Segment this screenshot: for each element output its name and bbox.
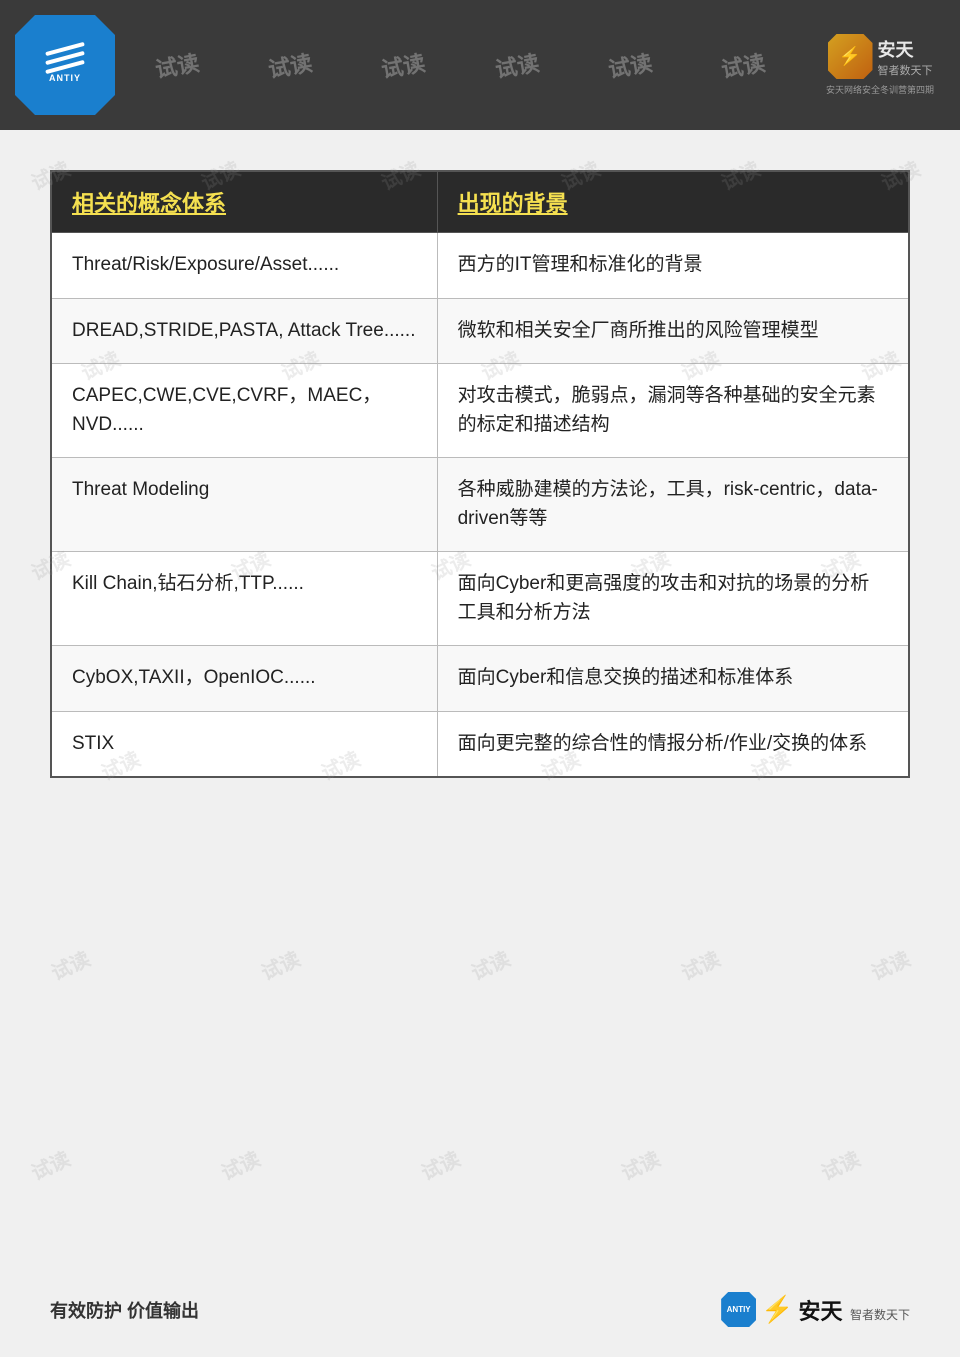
- cell-right-1: 微软和相关安全厂商所推出的风险管理模型: [437, 298, 909, 364]
- footer-tagline: 有效防护 价值输出: [50, 1297, 199, 1323]
- header-wm-6: 试读: [719, 45, 768, 84]
- header-wm-5: 试读: [606, 45, 655, 84]
- watermark-26: 试读: [216, 1143, 265, 1186]
- cell-right-5: 面向Cyber和信息交换的描述和标准体系: [437, 646, 909, 712]
- brand-icon: ⚡: [828, 34, 873, 79]
- watermark-27: 试读: [416, 1143, 465, 1186]
- logo-label: ANTIY: [49, 73, 81, 83]
- header-wm-3: 试读: [379, 45, 428, 84]
- table-row: STIX面向更完整的综合性的情报分析/作业/交换的体系: [51, 711, 909, 777]
- footer-brand-sub: 智者数天下: [850, 1308, 910, 1322]
- cell-left-6: STIX: [51, 711, 437, 777]
- logo-lines: [45, 47, 85, 69]
- header-wm-1: 试读: [152, 45, 201, 84]
- cell-left-3: Threat Modeling: [51, 458, 437, 552]
- table-row: Kill Chain,钻石分析,TTP......面向Cyber和更高强度的攻击…: [51, 552, 909, 646]
- antiy-logo: ANTIY: [15, 15, 115, 115]
- table-row: CAPEC,CWE,CVE,CVRF，MAEC，NVD......对攻击模式，脆…: [51, 364, 909, 458]
- cell-right-0: 西方的IT管理和标准化的背景: [437, 233, 909, 299]
- cell-right-3: 各种威胁建模的方法论，工具，risk-centric，data-driven等等: [437, 458, 909, 552]
- col1-header: 相关的概念体系: [51, 171, 437, 233]
- cell-left-2: CAPEC,CWE,CVE,CVRF，MAEC，NVD......: [51, 364, 437, 458]
- brand-name-block: 安天 智者数天下: [878, 36, 933, 78]
- brand-sub-text: 智者数天下: [878, 62, 933, 78]
- table-row: DREAD,STRIDE,PASTA, Attack Tree......微软和…: [51, 298, 909, 364]
- table-row: CybOX,TAXII，OpenIOC......面向Cyber和信息交换的描述…: [51, 646, 909, 712]
- col2-header: 出现的背景: [437, 171, 909, 233]
- header: ANTIY 试读 试读 试读 试读 试读 试读 ⚡ 安天 智者数天下 安天网络安…: [0, 0, 960, 130]
- footer-logo: ANTIY ⚡ 安天 智者数天下: [721, 1292, 910, 1327]
- footer: 有效防护 价值输出 ANTIY ⚡ 安天 智者数天下: [0, 1292, 960, 1327]
- footer-brand-name: 安天: [799, 1299, 843, 1324]
- footer-brand-block: 安天 智者数天下: [799, 1294, 910, 1326]
- cell-right-6: 面向更完整的综合性的情报分析/作业/交换的体系: [437, 711, 909, 777]
- brand-chinese: 安天: [878, 36, 933, 62]
- watermark-22: 试读: [466, 943, 515, 986]
- cell-left-4: Kill Chain,钻石分析,TTP......: [51, 552, 437, 646]
- footer-lightning-icon: ⚡: [761, 1294, 793, 1325]
- watermark-21: 试读: [256, 943, 305, 986]
- footer-antiy-icon: ANTIY: [721, 1292, 756, 1327]
- top-right-logo: ⚡ 安天 智者数天下 安天网络安全冬训营第四期: [815, 15, 945, 115]
- watermark-29: 试读: [816, 1143, 865, 1186]
- cell-right-2: 对攻击模式，脆弱点，漏洞等各种基础的安全元素的标定和描述结构: [437, 364, 909, 458]
- cell-right-4: 面向Cyber和更高强度的攻击和对抗的场景的分析工具和分析方法: [437, 552, 909, 646]
- table-row: Threat Modeling各种威胁建模的方法论，工具，risk-centri…: [51, 458, 909, 552]
- header-wm-2: 试读: [266, 45, 315, 84]
- cell-left-0: Threat/Risk/Exposure/Asset......: [51, 233, 437, 299]
- watermark-25: 试读: [26, 1143, 75, 1186]
- watermark-28: 试读: [616, 1143, 665, 1186]
- cell-left-1: DREAD,STRIDE,PASTA, Attack Tree......: [51, 298, 437, 364]
- main-content: 相关的概念体系 出现的背景 Threat/Risk/Exposure/Asset…: [0, 130, 960, 808]
- header-wm-4: 试读: [492, 45, 541, 84]
- top-subtitle: 安天网络安全冬训营第四期: [826, 83, 934, 96]
- cell-left-5: CybOX,TAXII，OpenIOC......: [51, 646, 437, 712]
- concepts-table: 相关的概念体系 出现的背景 Threat/Risk/Exposure/Asset…: [50, 170, 910, 778]
- watermark-23: 试读: [676, 943, 725, 986]
- watermark-24: 试读: [866, 943, 915, 986]
- table-row: Threat/Risk/Exposure/Asset......西方的IT管理和…: [51, 233, 909, 299]
- watermark-20: 试读: [46, 943, 95, 986]
